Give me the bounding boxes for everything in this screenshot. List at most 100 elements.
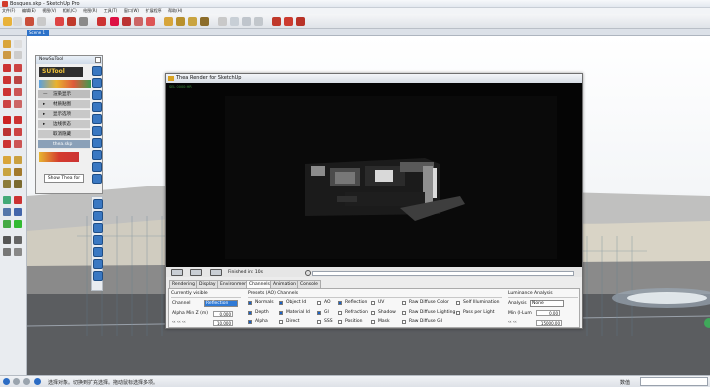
follow-me-icon[interactable] [14,128,22,136]
text-tool-icon[interactable] [200,17,209,26]
paint-bucket-icon[interactable] [3,51,11,59]
rotate-icon[interactable] [3,128,11,136]
ns-row-material[interactable]: ▸ 材质贴图 [38,100,90,109]
info-icon[interactable] [34,378,41,385]
render-stop-icon[interactable] [190,269,202,276]
make-component-icon[interactable] [14,40,22,48]
zoom-extents-left-icon[interactable] [3,220,11,228]
eraser-icon[interactable] [14,51,22,59]
zoom-extents-icon[interactable] [254,17,263,26]
close-icon[interactable] [95,57,101,63]
push-pull-icon[interactable] [14,116,22,124]
paint-tool-icon[interactable] [79,17,88,26]
ns-strip-button-1[interactable] [93,199,103,209]
ns-row-selected[interactable]: thea.skp [38,140,90,149]
raw-diffuse-gi-checkbox[interactable] [402,320,406,324]
ns-side-button-5[interactable] [92,114,102,124]
3d-text-icon[interactable] [14,180,22,188]
orbit-left-icon[interactable] [3,196,11,204]
render-save-icon[interactable] [210,269,222,276]
ns-strip-button-7[interactable] [93,271,103,281]
ns-side-button-7[interactable] [92,138,102,148]
material-id-checkbox[interactable] [279,311,283,315]
polygon-icon[interactable] [14,88,22,96]
extension-warehouse-icon[interactable] [296,17,305,26]
walk-icon[interactable] [3,248,11,256]
refraction-checkbox[interactable] [338,311,342,315]
scale-icon[interactable] [3,140,11,148]
select-tool-icon[interactable] [3,17,12,26]
zoom-left-icon[interactable] [3,208,11,216]
refresh-icon[interactable] [305,270,311,276]
rotated-rect-icon[interactable] [14,76,22,84]
tab-animation[interactable]: Animation [270,280,299,288]
warehouse-icon[interactable] [272,17,281,26]
offset-icon[interactable] [14,140,22,148]
circle-tool-icon[interactable] [67,17,76,26]
ns-side-button-3[interactable] [92,90,102,100]
pass-per-light-checkbox[interactable] [456,311,460,315]
direct-checkbox[interactable] [279,320,283,324]
ns-row-edges[interactable]: ▸ 边线状态 [38,120,90,129]
uv-checkbox[interactable] [371,301,375,305]
rotate-tool-icon[interactable] [122,17,131,26]
ns-side-button-6[interactable] [92,126,102,136]
help-icon[interactable] [23,378,30,385]
ns-side-button-8[interactable] [92,150,102,160]
axes-icon[interactable] [3,180,11,188]
tab-console[interactable]: Console [297,280,321,288]
depth-checkbox[interactable] [248,311,252,315]
ns-strip-button-4[interactable] [93,235,103,245]
tape-measure-left-icon[interactable] [3,156,11,164]
offset-tool-icon[interactable] [146,17,155,26]
ns-side-button-9[interactable] [92,162,102,172]
analysis-select[interactable]: None [530,300,564,307]
orbit-icon[interactable] [218,17,227,26]
pie-icon[interactable] [14,100,22,108]
text-left-icon[interactable] [14,168,22,176]
eraser-tool-icon[interactable] [13,17,22,26]
normals-checkbox[interactable] [248,301,252,305]
ns-side-button-2[interactable] [92,78,102,88]
section-plane-icon[interactable] [14,248,22,256]
tool-icons-row[interactable] [39,80,91,88]
raw-diffuse-lighting-checkbox[interactable] [402,311,406,315]
scale-tool-icon[interactable] [134,17,143,26]
move-icon[interactable] [3,116,11,124]
zoom-icon[interactable] [242,17,251,26]
look-around-icon[interactable] [14,236,22,244]
min-lum-input[interactable]: 0.00 [536,310,560,316]
ns-row-render[interactable]: — 渲染显示 [38,90,90,99]
ns-row-display[interactable]: ▸ 显示选项 [38,110,90,119]
line-icon[interactable] [3,64,11,72]
alpha-min-input[interactable]: 0.000 [213,311,233,317]
ns-side-button-1[interactable] [92,66,102,76]
zoom-window-icon[interactable] [14,208,22,216]
share-model-icon[interactable] [284,17,293,26]
ao-checkbox[interactable] [317,301,321,305]
reflection-checkbox[interactable] [338,301,342,305]
pan-icon[interactable] [230,17,239,26]
tab-display[interactable]: Display [196,280,219,288]
arc-icon[interactable] [3,100,11,108]
alpha-max-input[interactable]: 10.000 [213,320,233,326]
show-thea-button[interactable]: Show Thea for [44,174,84,183]
position-checkbox[interactable] [338,320,342,324]
tab-rendering[interactable]: Rendering [169,280,198,288]
mask-checkbox[interactable] [371,320,375,324]
render-image[interactable] [225,96,557,259]
circle-icon[interactable] [3,88,11,96]
previous-view-icon[interactable] [14,220,22,228]
shadow-checkbox[interactable] [371,311,375,315]
protractor-left-icon[interactable] [3,168,11,176]
pan-left-icon[interactable] [14,196,22,204]
alpha-checkbox[interactable] [248,320,252,324]
ns-side-button-10[interactable] [92,174,102,184]
ns-strip-button-2[interactable] [93,211,103,221]
max-lum-input[interactable]: 15000.00 [536,320,562,326]
push-pull-tool-icon[interactable] [97,17,106,26]
ns-strip-button-3[interactable] [93,223,103,233]
thea-icons[interactable] [39,152,79,162]
rectangle-icon[interactable] [3,76,11,84]
tape-measure-icon[interactable] [164,17,173,26]
